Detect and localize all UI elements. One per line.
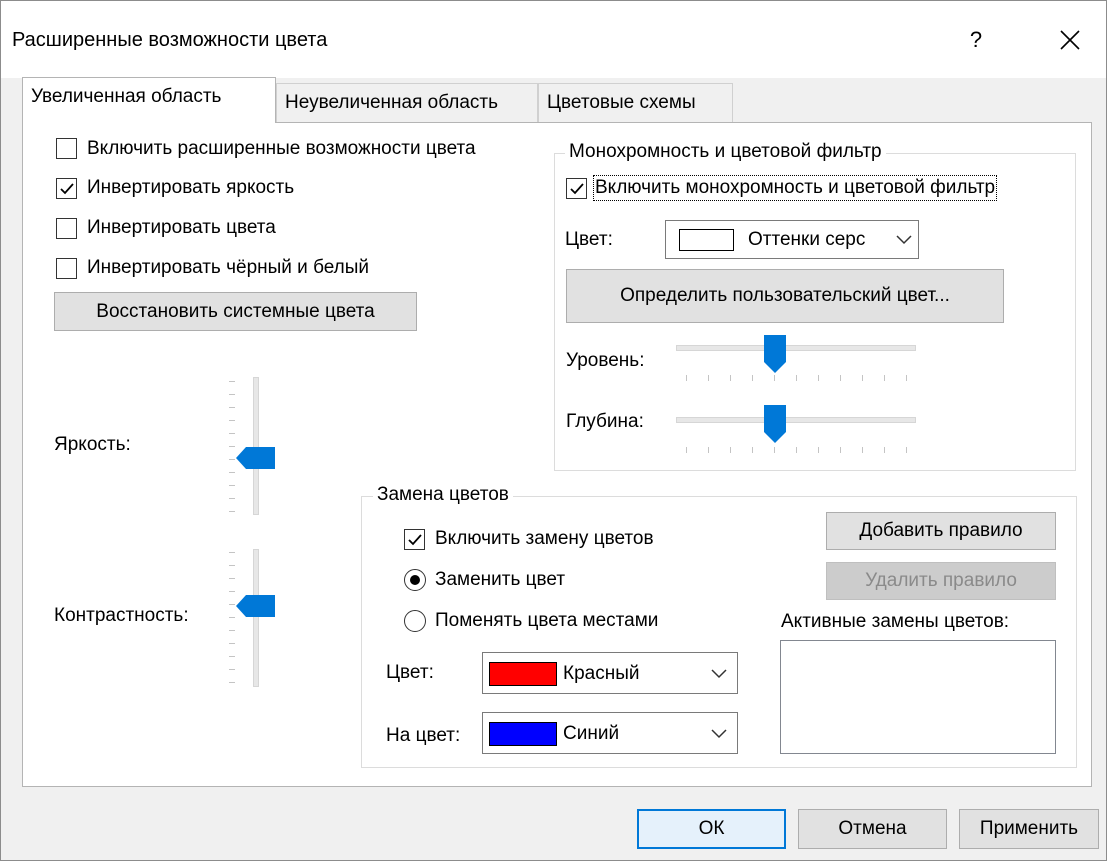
restore-system-colors-button[interactable]: Восстановить системные цвета (54, 292, 417, 331)
enable-replace-checkbox[interactable] (404, 529, 425, 550)
mono-color-label: Цвет: (565, 229, 613, 250)
replace-color-value: Красный (563, 663, 640, 684)
swap-colors-label[interactable]: Поменять цвета местами (435, 610, 658, 632)
title-bar: Расширенные возможности цвета ? (1, 1, 1106, 78)
swap-colors-radio[interactable] (404, 610, 426, 632)
close-icon (1060, 30, 1080, 50)
invert-black-white-checkbox[interactable] (56, 258, 77, 279)
define-custom-color-button[interactable]: Определить пользовательский цвет... (566, 269, 1004, 323)
depth-slider-thumb[interactable] (763, 404, 787, 444)
invert-colors-label[interactable]: Инвертировать цвета (87, 217, 276, 239)
mono-color-swatch (679, 229, 734, 251)
window-title: Расширенные возможности цвета (12, 29, 328, 51)
check-icon (408, 534, 422, 546)
contrast-label: Контрастность: (54, 605, 189, 626)
enable-replace-label[interactable]: Включить замену цветов (435, 528, 654, 550)
invert-brightness-label[interactable]: Инвертировать яркость (87, 177, 294, 199)
mono-group-title: Монохромность и цветовой фильтр (565, 141, 886, 163)
replace-color-swatch (489, 662, 557, 686)
replace-color-field-label: Цвет: (386, 662, 434, 683)
depth-slider-track[interactable] (676, 417, 916, 423)
close-button[interactable] (1046, 18, 1094, 62)
replace-group-title: Замена цветов (373, 484, 513, 506)
chevron-down-icon (711, 729, 727, 739)
to-color-swatch (489, 722, 557, 746)
tab-unmagnified-area[interactable]: Неувеличенная область (276, 83, 538, 123)
contrast-slider-thumb[interactable] (236, 594, 276, 618)
active-replacements-label: Активные замены цветов: (781, 611, 1010, 632)
contrast-slider-track[interactable] (253, 549, 259, 687)
level-slider-track[interactable] (676, 345, 916, 351)
replace-color-label[interactable]: Заменить цвет (435, 569, 565, 591)
replace-color-radio[interactable] (404, 569, 426, 591)
check-icon (60, 183, 74, 195)
to-color-dropdown[interactable]: Синий (482, 712, 738, 754)
level-label: Уровень: (566, 350, 645, 371)
invert-black-white-label[interactable]: Инвертировать чёрный и белый (87, 257, 369, 279)
ok-button[interactable]: ОК (637, 809, 786, 849)
cancel-button[interactable]: Отмена (798, 809, 947, 849)
invert-brightness-checkbox[interactable] (56, 178, 77, 199)
enable-advanced-checkbox[interactable] (56, 138, 77, 159)
dialog-window: Расширенные возможности цвета ? Увеличен… (0, 0, 1107, 861)
active-replacements-list[interactable] (780, 640, 1056, 754)
tab-magnified-area[interactable]: Увеличенная область (22, 77, 276, 123)
depth-label: Глубина: (566, 411, 644, 432)
invert-colors-checkbox[interactable] (56, 218, 77, 239)
brightness-label: Яркость: (54, 434, 131, 455)
enable-mono-checkbox[interactable] (566, 178, 587, 199)
mono-color-value: Оттенки серс (748, 229, 866, 250)
to-color-value: Синий (563, 723, 620, 744)
chevron-down-icon (711, 669, 727, 679)
help-button[interactable]: ? (956, 23, 996, 57)
level-slider-thumb[interactable] (763, 334, 787, 374)
tab-color-schemes[interactable]: Цветовые схемы (538, 83, 733, 123)
delete-rule-button[interactable]: Удалить правило (826, 562, 1056, 600)
apply-button[interactable]: Применить (959, 809, 1099, 849)
mono-color-dropdown[interactable]: Оттенки серс (665, 220, 919, 259)
brightness-slider-thumb[interactable] (236, 446, 276, 470)
chevron-down-icon (896, 235, 912, 245)
to-color-field-label: На цвет: (386, 725, 461, 746)
replace-color-dropdown[interactable]: Красный (482, 652, 738, 694)
enable-advanced-label[interactable]: Включить расширенные возможности цвета (87, 138, 476, 160)
add-rule-button[interactable]: Добавить правило (826, 512, 1056, 550)
enable-mono-label[interactable]: Включить монохромность и цветовой фильтр (592, 175, 998, 201)
check-icon (570, 183, 584, 195)
